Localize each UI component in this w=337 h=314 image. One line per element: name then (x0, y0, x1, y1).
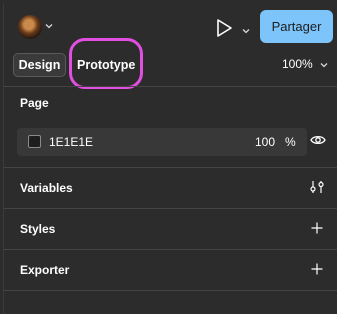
zoom-value: 100% (282, 57, 313, 71)
chevron-down-icon[interactable] (242, 23, 250, 37)
exporter-section-title: Exporter (20, 263, 70, 277)
chevron-down-icon (320, 63, 328, 68)
styles-section-title: Styles (20, 222, 56, 236)
opacity-input[interactable]: 100 (255, 135, 275, 149)
play-button[interactable] (213, 17, 235, 39)
divider (4, 167, 337, 168)
chevron-down-icon[interactable] (45, 21, 53, 31)
zoom-dropdown[interactable]: 100% (282, 57, 328, 71)
plus-icon[interactable] (311, 263, 323, 278)
divider (4, 86, 337, 87)
tab-design[interactable]: Design (13, 53, 66, 77)
sliders-icon[interactable] (310, 179, 324, 198)
highlight-annotation (69, 38, 143, 89)
plus-icon[interactable] (311, 222, 323, 237)
properties-panel: Partager Design Prototype 100% Page 1E1E… (3, 3, 337, 314)
page-fill-row[interactable]: 1E1E1E 100 % (17, 128, 307, 156)
share-button[interactable]: Partager (260, 10, 333, 43)
fill-swatch[interactable] (28, 135, 41, 148)
divider (4, 208, 337, 209)
divider (4, 290, 337, 291)
eye-icon[interactable] (310, 133, 326, 150)
opacity-unit: % (285, 135, 296, 149)
play-icon (217, 19, 232, 37)
page-section-title: Page (20, 96, 49, 110)
divider (4, 249, 337, 250)
variables-section-title: Variables (20, 181, 73, 195)
user-avatar[interactable] (18, 15, 42, 39)
fill-hex-input[interactable]: 1E1E1E (49, 135, 93, 149)
